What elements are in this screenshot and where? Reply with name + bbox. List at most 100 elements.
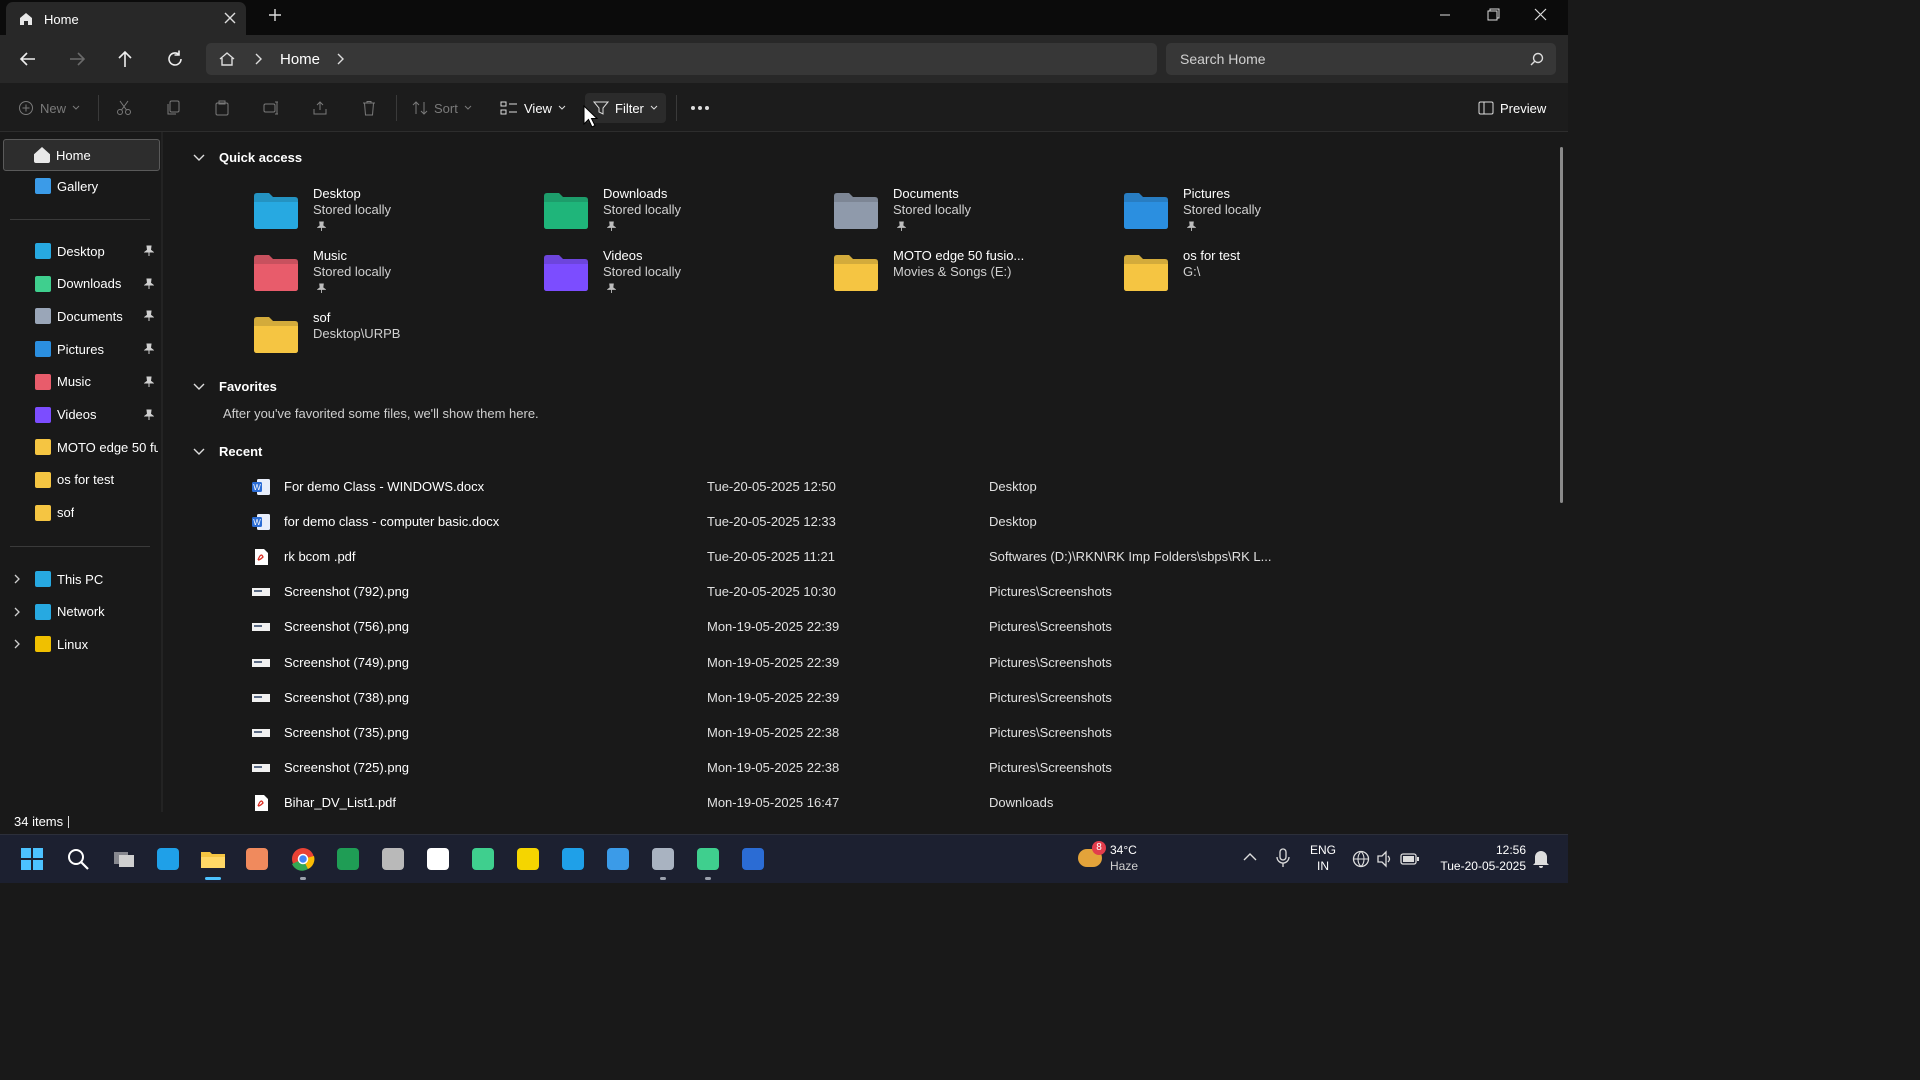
paste-icon[interactable] bbox=[214, 100, 230, 116]
quick-access-item[interactable]: os for test G:\ bbox=[1123, 248, 1383, 306]
sidebar-item-desktop[interactable]: Desktop bbox=[3, 236, 158, 266]
settings-icon[interactable] bbox=[649, 845, 677, 873]
restore-button[interactable] bbox=[1470, 6, 1516, 28]
sidebar-item-music[interactable]: Music bbox=[3, 367, 158, 397]
chevron-right-icon[interactable] bbox=[13, 607, 21, 617]
sidebar-item-downloads[interactable]: Downloads bbox=[3, 269, 158, 299]
quick-access-item[interactable]: Desktop Stored locally bbox=[253, 186, 513, 244]
quick-access-item[interactable]: Videos Stored locally bbox=[543, 248, 803, 306]
chevron-right-icon[interactable] bbox=[13, 574, 21, 584]
chevron-right-icon[interactable] bbox=[13, 639, 21, 649]
volume-icon[interactable] bbox=[1376, 850, 1394, 868]
media-player-icon[interactable] bbox=[243, 845, 271, 873]
sidebar-item-network[interactable]: Network bbox=[3, 597, 158, 627]
view-button[interactable]: View bbox=[500, 96, 566, 120]
weather-widget[interactable]: 8 34°C Haze bbox=[1078, 841, 1158, 877]
word-icon[interactable] bbox=[739, 845, 767, 873]
home-icon[interactable] bbox=[218, 51, 236, 67]
clock[interactable]: 12:56 Tue-20-05-2025 bbox=[1432, 843, 1526, 877]
quick-access-item[interactable]: Music Stored locally bbox=[253, 248, 513, 306]
start-button[interactable] bbox=[18, 845, 46, 873]
quick-access-location: Stored locally bbox=[313, 264, 392, 279]
vertical-scrollbar[interactable] bbox=[1560, 147, 1563, 503]
sidebar-item-os-for-test[interactable]: os for test bbox=[3, 465, 158, 495]
chevron-down-icon[interactable] bbox=[193, 154, 205, 162]
link-app-icon[interactable] bbox=[424, 845, 452, 873]
more-options-icon[interactable] bbox=[690, 105, 710, 111]
terminal-app-2-icon[interactable] bbox=[694, 845, 722, 873]
close-window-button[interactable] bbox=[1518, 6, 1564, 28]
sidebar-item-home[interactable]: Home bbox=[3, 139, 160, 171]
up-icon[interactable] bbox=[114, 48, 136, 70]
chevron-right-icon[interactable] bbox=[254, 53, 262, 65]
recent-file-row[interactable]: Wfor demo class - computer basic.docx Tue… bbox=[251, 504, 1451, 539]
recent-file-row[interactable]: Screenshot (725).png Mon-19-05-2025 22:38… bbox=[251, 750, 1451, 785]
quick-access-header[interactable]: Quick access bbox=[193, 150, 302, 165]
sidebar-item-videos[interactable]: Videos bbox=[3, 400, 158, 430]
breadcrumb-home[interactable]: Home bbox=[280, 51, 320, 68]
rename-icon[interactable] bbox=[263, 100, 279, 116]
battery-icon[interactable] bbox=[1400, 852, 1420, 866]
recent-file-row[interactable]: Screenshot (735).png Mon-19-05-2025 22:38… bbox=[251, 715, 1451, 750]
chevron-down-icon[interactable] bbox=[193, 448, 205, 456]
photos-icon[interactable] bbox=[604, 845, 632, 873]
microphone-icon[interactable] bbox=[1276, 848, 1290, 868]
terminal-app-icon[interactable] bbox=[469, 845, 497, 873]
recent-file-row[interactable]: Screenshot (756).png Mon-19-05-2025 22:39… bbox=[251, 609, 1451, 644]
address-bar[interactable]: Home bbox=[206, 43, 1157, 75]
favorites-header[interactable]: Favorites bbox=[193, 379, 277, 394]
back-icon[interactable] bbox=[17, 48, 39, 70]
file-explorer-icon[interactable] bbox=[199, 845, 227, 873]
recent-file-row[interactable]: Screenshot (792).png Tue-20-05-2025 10:30… bbox=[251, 574, 1451, 609]
search-icon[interactable] bbox=[1530, 52, 1544, 66]
forward-icon[interactable] bbox=[66, 48, 88, 70]
sidebar-item-documents[interactable]: Documents bbox=[3, 301, 158, 331]
search-taskbar-icon[interactable] bbox=[64, 845, 92, 873]
chevron-up-icon[interactable] bbox=[1243, 852, 1257, 862]
sidebar-item-moto-edge-50-fusi[interactable]: MOTO edge 50 fusi bbox=[3, 432, 158, 462]
sort-button[interactable]: Sort bbox=[412, 96, 472, 120]
chevron-down-icon[interactable] bbox=[193, 383, 205, 391]
sidebar-item-gallery[interactable]: Gallery bbox=[3, 171, 158, 201]
quick-access-item[interactable]: Pictures Stored locally bbox=[1123, 186, 1383, 244]
copy-icon[interactable] bbox=[165, 100, 181, 116]
search-box[interactable]: Search Home bbox=[1166, 43, 1556, 75]
search-input[interactable]: Search Home bbox=[1180, 51, 1266, 67]
notifications-icon[interactable] bbox=[1532, 849, 1550, 869]
task-view-icon[interactable] bbox=[110, 845, 138, 873]
remote-app-icon[interactable] bbox=[559, 845, 587, 873]
sidebar-item-sof[interactable]: sof bbox=[3, 498, 158, 528]
sticky-notes-icon[interactable] bbox=[514, 845, 542, 873]
sidebar-item-this-pc[interactable]: This PC bbox=[3, 564, 158, 594]
excel-icon[interactable] bbox=[334, 845, 362, 873]
recent-file-row[interactable]: rk bcom .pdf Tue-20-05-2025 11:21 Software… bbox=[251, 539, 1451, 574]
edge-icon[interactable] bbox=[154, 845, 182, 873]
sidebar-item-pictures[interactable]: Pictures bbox=[3, 334, 158, 364]
file-explorer-icon bbox=[201, 852, 225, 868]
preview-button[interactable]: Preview bbox=[1478, 96, 1546, 120]
network-globe-icon[interactable] bbox=[1352, 850, 1370, 868]
language-indicator[interactable]: ENG IN bbox=[1306, 843, 1340, 877]
share-icon[interactable] bbox=[312, 100, 328, 116]
quick-access-item[interactable]: Documents Stored locally bbox=[833, 186, 1093, 244]
quick-access-item[interactable]: MOTO edge 50 fusio... Movies & Songs (E:) bbox=[833, 248, 1093, 306]
sidebar-item-linux[interactable]: Linux bbox=[3, 629, 158, 659]
recent-file-row[interactable]: Screenshot (738).png Mon-19-05-2025 22:39… bbox=[251, 680, 1451, 715]
new-button[interactable]: New bbox=[18, 96, 80, 120]
delete-icon[interactable] bbox=[361, 100, 377, 116]
quick-access-item[interactable]: Downloads Stored locally bbox=[543, 186, 803, 244]
new-tab-icon[interactable] bbox=[268, 8, 282, 22]
chrome-icon[interactable] bbox=[289, 845, 317, 873]
minimize-button[interactable] bbox=[1422, 6, 1468, 28]
chevron-right-icon[interactable] bbox=[336, 53, 344, 65]
refresh-icon[interactable] bbox=[164, 48, 186, 70]
cut-icon[interactable] bbox=[116, 100, 132, 116]
recent-file-row[interactable]: W For demo Class - WINDOWS.docx Tue-20-05-… bbox=[251, 469, 1451, 504]
tab-home[interactable]: Home bbox=[6, 2, 246, 35]
close-tab-icon[interactable] bbox=[224, 12, 236, 24]
recent-file-row[interactable]: Screenshot (749).png Mon-19-05-2025 22:39… bbox=[251, 645, 1451, 680]
svg-text:W: W bbox=[253, 483, 261, 492]
windows-tools-icon[interactable] bbox=[379, 845, 407, 873]
quick-access-item[interactable]: sof Desktop\URPB bbox=[253, 310, 513, 368]
recent-header[interactable]: Recent bbox=[193, 444, 262, 459]
